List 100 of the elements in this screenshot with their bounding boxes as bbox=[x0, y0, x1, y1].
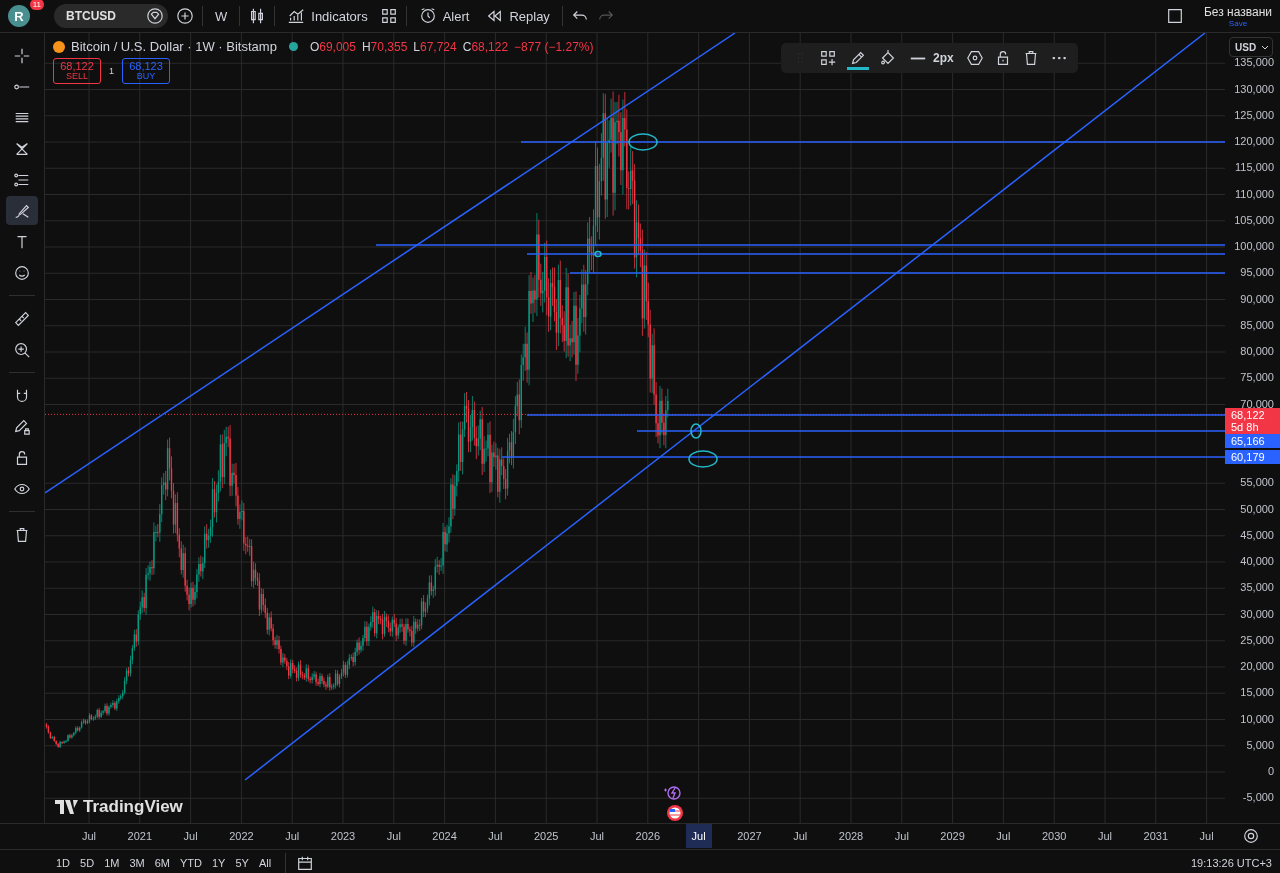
price-tick: 120,000 bbox=[1234, 135, 1274, 146]
zoom-in-icon bbox=[13, 340, 31, 359]
spread-value: 1 bbox=[109, 66, 114, 76]
time-label: 2022 bbox=[228, 829, 255, 844]
grid-icon[interactable] bbox=[379, 7, 398, 25]
price-tick: 5,000 bbox=[1246, 739, 1274, 750]
price-tag: 60,179 bbox=[1225, 450, 1280, 465]
indicators-button[interactable]: Indicators bbox=[283, 5, 372, 27]
range-button[interactable]: 3M bbox=[125, 854, 149, 871]
ellipse-marker[interactable] bbox=[594, 250, 602, 258]
alert-button[interactable]: Alert bbox=[414, 5, 474, 27]
time-label: Jul bbox=[1096, 829, 1114, 844]
price-tick: 0 bbox=[1267, 765, 1274, 776]
range-button[interactable]: 1M bbox=[100, 854, 124, 871]
interval-button[interactable]: W bbox=[211, 6, 232, 26]
save-link[interactable]: Save bbox=[1228, 18, 1248, 28]
price-tick: 95,000 bbox=[1240, 266, 1274, 277]
range-button[interactable]: 5D bbox=[76, 854, 99, 871]
ruler-icon bbox=[13, 309, 31, 328]
price-tick: 30,000 bbox=[1240, 608, 1274, 618]
add-template-icon[interactable] bbox=[819, 49, 837, 67]
ohlc-value: C68,122 bbox=[462, 39, 509, 54]
time-label: 2025 bbox=[532, 829, 560, 844]
layout-name[interactable]: Без названи bbox=[1203, 4, 1272, 19]
price-tick: 100,000 bbox=[1234, 240, 1274, 251]
range-button[interactable]: 1Y bbox=[207, 854, 230, 871]
add-symbol-icon[interactable] bbox=[176, 7, 194, 25]
paint-bucket-icon[interactable] bbox=[879, 49, 897, 67]
caret-icon bbox=[1261, 43, 1269, 51]
range-button[interactable]: 5Y bbox=[231, 854, 253, 871]
ellipse-marker[interactable] bbox=[628, 133, 658, 151]
settings-icon[interactable] bbox=[1242, 827, 1260, 845]
time-label: 2024 bbox=[431, 829, 458, 844]
market-status-dot bbox=[288, 42, 298, 51]
trend-line[interactable] bbox=[45, 33, 736, 494]
price-tick: 135,000 bbox=[1234, 56, 1274, 67]
price-tick: 105,000 bbox=[1234, 214, 1274, 225]
price-tick: 45,000 bbox=[1240, 529, 1274, 540]
time-label: Jul bbox=[182, 829, 199, 844]
ellipse-marker[interactable] bbox=[690, 423, 702, 439]
price-tick: 110,000 bbox=[1235, 188, 1274, 198]
notification-badge: 11 bbox=[29, 0, 44, 10]
price-tick: 85,000 bbox=[1240, 319, 1274, 330]
lightning-icon[interactable] bbox=[663, 784, 681, 802]
time-label: Jul bbox=[995, 829, 1012, 844]
clock: 19:13:26 UTC+3 bbox=[1190, 856, 1273, 869]
range-button[interactable]: 6M bbox=[150, 854, 174, 871]
brush-tool-button[interactable] bbox=[6, 196, 38, 225]
price-tick: 35,000 bbox=[1240, 581, 1274, 592]
price-tick: 40,000 bbox=[1240, 555, 1274, 566]
ellipse-marker[interactable] bbox=[688, 450, 718, 468]
range-button[interactable]: All bbox=[254, 854, 276, 871]
time-label: Jul bbox=[792, 829, 809, 844]
drawing-lock-icon bbox=[13, 417, 31, 436]
price-tick: 70,000 bbox=[1240, 398, 1274, 408]
price-tick: 55,000 bbox=[1240, 476, 1274, 487]
line-width-button[interactable]: 2px bbox=[907, 49, 956, 67]
time-label: Jul bbox=[1198, 829, 1215, 844]
time-label: Jul bbox=[588, 829, 606, 844]
settings-icon[interactable] bbox=[965, 49, 984, 67]
price-tick: 10,000 bbox=[1240, 713, 1274, 723]
chart-icon bbox=[287, 7, 306, 25]
range-button[interactable]: YTD bbox=[175, 854, 206, 871]
time-label: 2021 bbox=[126, 829, 154, 844]
time-label: Jul bbox=[80, 829, 98, 844]
emoji-icon bbox=[13, 263, 31, 282]
time-label: 2030 bbox=[1040, 829, 1068, 844]
price-tag: 68,122 5d 8h bbox=[1225, 408, 1280, 435]
buy-button[interactable]: 68,123 BUY bbox=[122, 58, 170, 84]
rewind-icon bbox=[485, 7, 504, 25]
time-label: 2031 bbox=[1142, 829, 1170, 844]
bitcoin-icon bbox=[53, 40, 65, 53]
time-label: 2026 bbox=[634, 829, 662, 844]
ohlc-value: H70,355 bbox=[361, 39, 408, 54]
range-button[interactable]: 1D bbox=[52, 854, 75, 871]
square-icon[interactable] bbox=[1165, 7, 1184, 25]
price-tick: 25,000 bbox=[1240, 634, 1274, 645]
price-tick: 50,000 bbox=[1240, 503, 1274, 513]
price-tag: 65,166 bbox=[1225, 434, 1280, 449]
currency-button[interactable]: USD bbox=[1229, 37, 1273, 57]
price-tick: 15,000 bbox=[1240, 686, 1274, 697]
time-label: 2027 bbox=[736, 829, 763, 844]
time-label: Jul bbox=[487, 829, 504, 844]
time-label: 2023 bbox=[329, 829, 357, 844]
price-tick: 125,000 bbox=[1234, 109, 1274, 120]
ohlc-value: O69,005 bbox=[309, 39, 356, 54]
chart-title[interactable]: Bitcoin / U.S. Dollar · 1W · Bitstamp bbox=[71, 39, 277, 54]
diamond-icon[interactable] bbox=[146, 7, 164, 25]
sell-button[interactable]: 68,122 SELL bbox=[53, 58, 101, 84]
price-tick: 80,000 bbox=[1240, 345, 1274, 356]
replay-button[interactable]: Replay bbox=[481, 5, 554, 27]
time-label: 2028 bbox=[837, 829, 865, 844]
price-change: −877 (−1.27%) bbox=[514, 39, 594, 54]
price-tick: 115,000 bbox=[1235, 161, 1274, 172]
time-label: Jul bbox=[284, 829, 301, 844]
flag-icon[interactable] bbox=[666, 804, 684, 822]
symbol-search-field[interactable]: BTCUSD bbox=[54, 4, 168, 28]
tradingview-logo: TradingView bbox=[55, 797, 183, 817]
time-label: 2029 bbox=[939, 829, 966, 844]
user-avatar[interactable]: R bbox=[8, 5, 30, 27]
